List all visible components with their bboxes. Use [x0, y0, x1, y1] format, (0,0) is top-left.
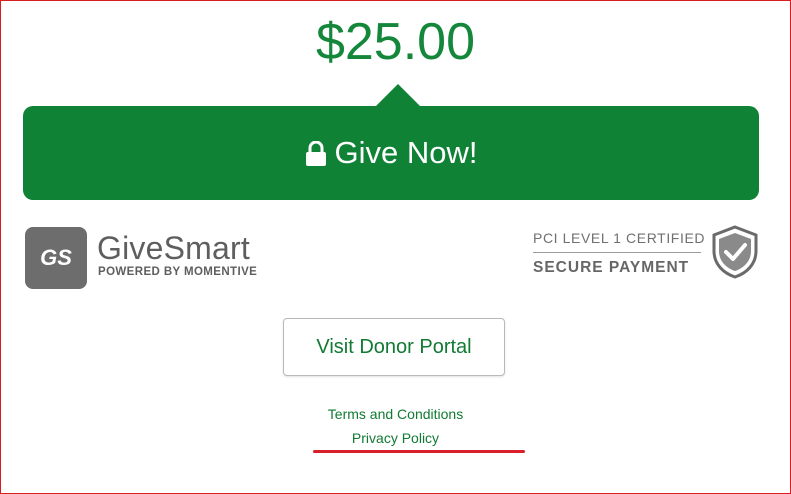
shield-check-icon — [711, 225, 759, 279]
give-now-button[interactable]: Give Now! — [23, 106, 759, 200]
privacy-policy-link[interactable]: Privacy Policy — [0, 430, 791, 446]
visit-donor-portal-button[interactable]: Visit Donor Portal — [283, 318, 505, 376]
secure-payment-label: SECURE PAYMENT — [533, 259, 690, 276]
pci-certified-label: PCI LEVEL 1 CERTIFIED — [533, 230, 706, 246]
give-now-container: Give Now! — [23, 84, 759, 200]
givesmart-logo-mark: GS — [25, 227, 87, 289]
givesmart-tagline: POWERED BY MOMENTIVE — [98, 266, 258, 278]
givesmart-wordmark: GiveSmart — [97, 230, 250, 266]
donation-amount: $25.00 — [315, 13, 476, 71]
annotation-underline — [313, 450, 525, 453]
give-now-label: Give Now! — [334, 135, 478, 170]
pci-divider — [533, 252, 701, 253]
terms-and-conditions-link[interactable]: Terms and Conditions — [0, 406, 791, 422]
lock-icon — [305, 139, 327, 166]
amount-pointer — [375, 84, 421, 107]
